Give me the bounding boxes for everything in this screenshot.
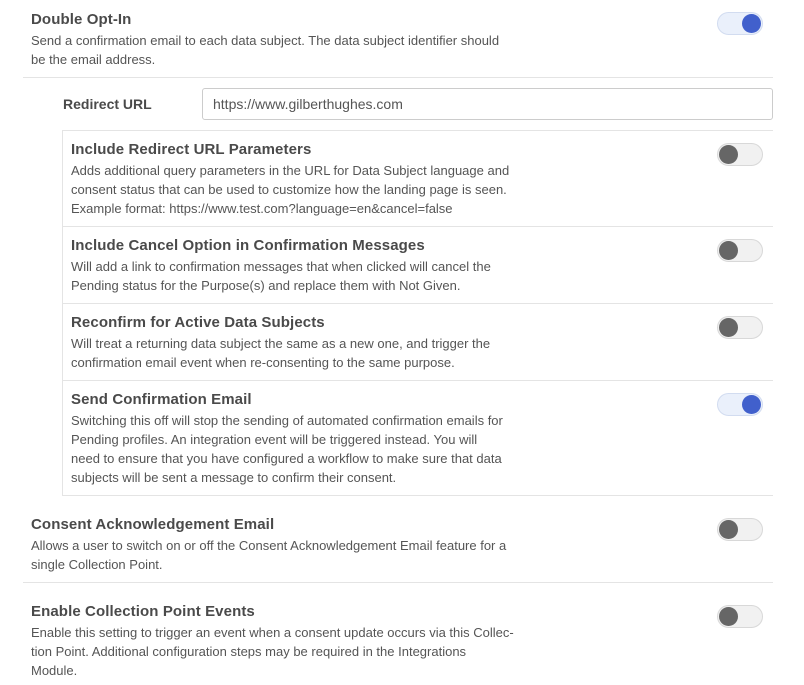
toggle-knob	[719, 145, 738, 164]
reconfirm-active-desc-line-1: Will treat a returning data subject the …	[71, 336, 491, 351]
divider	[23, 582, 773, 583]
send-confirmation-desc-line-1: Switching this off will stop the sending…	[71, 413, 503, 428]
toggle-knob	[719, 318, 738, 337]
double-opt-in-title: Double Opt-In	[31, 11, 132, 28]
divider	[62, 130, 773, 131]
collection-events-toggle[interactable]	[717, 605, 763, 628]
toggle-knob	[719, 520, 738, 539]
double-opt-in-desc-line-1: Send a confirmation email to each data s…	[31, 33, 500, 48]
send-confirmation-title: Send Confirmation Email	[71, 391, 252, 408]
consent-ack-toggle[interactable]	[717, 518, 763, 541]
send-confirmation-desc-line-4: subjects will be sent a message to confi…	[71, 470, 397, 485]
double-opt-in-toggle[interactable]	[717, 12, 763, 35]
divider	[62, 303, 773, 304]
include-redirect-params-toggle[interactable]	[717, 143, 763, 166]
include-cancel-option-title: Include Cancel Option in Confirmation Me…	[71, 237, 425, 254]
nested-group-rule	[62, 130, 63, 495]
include-redirect-params-desc-line-2: consent status that can be used to custo…	[71, 182, 507, 197]
collection-events-desc-line-1: Enable this setting to trigger an event …	[31, 625, 514, 640]
redirect-url-input[interactable]	[202, 88, 773, 120]
divider	[62, 495, 773, 496]
consent-ack-desc-line-2: single Collection Point.	[31, 557, 163, 572]
reconfirm-active-desc-line-2: confirmation email event when re-consent…	[71, 355, 455, 370]
reconfirm-active-toggle[interactable]	[717, 316, 763, 339]
toggle-knob	[719, 241, 738, 260]
collection-events-title: Enable Collection Point Events	[31, 603, 255, 620]
send-confirmation-desc-line-2: Pending profiles. An integration event w…	[71, 432, 478, 447]
divider	[62, 380, 773, 381]
include-cancel-option-desc-line-1: Will add a link to confirmation messages…	[71, 259, 491, 274]
toggle-knob	[719, 607, 738, 626]
send-confirmation-toggle[interactable]	[717, 393, 763, 416]
include-redirect-params-desc-line-3: Example format: https://www.test.com?lan…	[71, 201, 453, 216]
include-cancel-option-desc-line-2: Pending status for the Purpose(s) and re…	[71, 278, 461, 293]
toggle-knob	[742, 395, 761, 414]
include-redirect-params-title: Include Redirect URL Parameters	[71, 141, 312, 158]
include-redirect-params-desc-line-1: Adds additional query parameters in the …	[71, 163, 510, 178]
divider	[62, 226, 773, 227]
collection-events-desc-line-3: Module.	[31, 663, 78, 678]
double-opt-in-desc-line-2: be the email address.	[31, 52, 156, 67]
send-confirmation-desc-line-3: need to ensure that you have configured …	[71, 451, 502, 466]
include-cancel-option-toggle[interactable]	[717, 239, 763, 262]
consent-ack-desc-line-1: Allows a user to switch on or off the Co…	[31, 538, 507, 553]
collection-events-desc-line-2: tion Point. Additional configuration ste…	[31, 644, 467, 659]
consent-ack-title: Consent Acknowledgement Email	[31, 516, 275, 533]
divider	[23, 77, 773, 78]
reconfirm-active-title: Reconfirm for Active Data Subjects	[71, 314, 325, 331]
toggle-knob	[742, 14, 761, 33]
settings-page: Double Opt-In Send a confirmation email …	[0, 0, 804, 685]
redirect-url-label: Redirect URL	[63, 96, 152, 112]
